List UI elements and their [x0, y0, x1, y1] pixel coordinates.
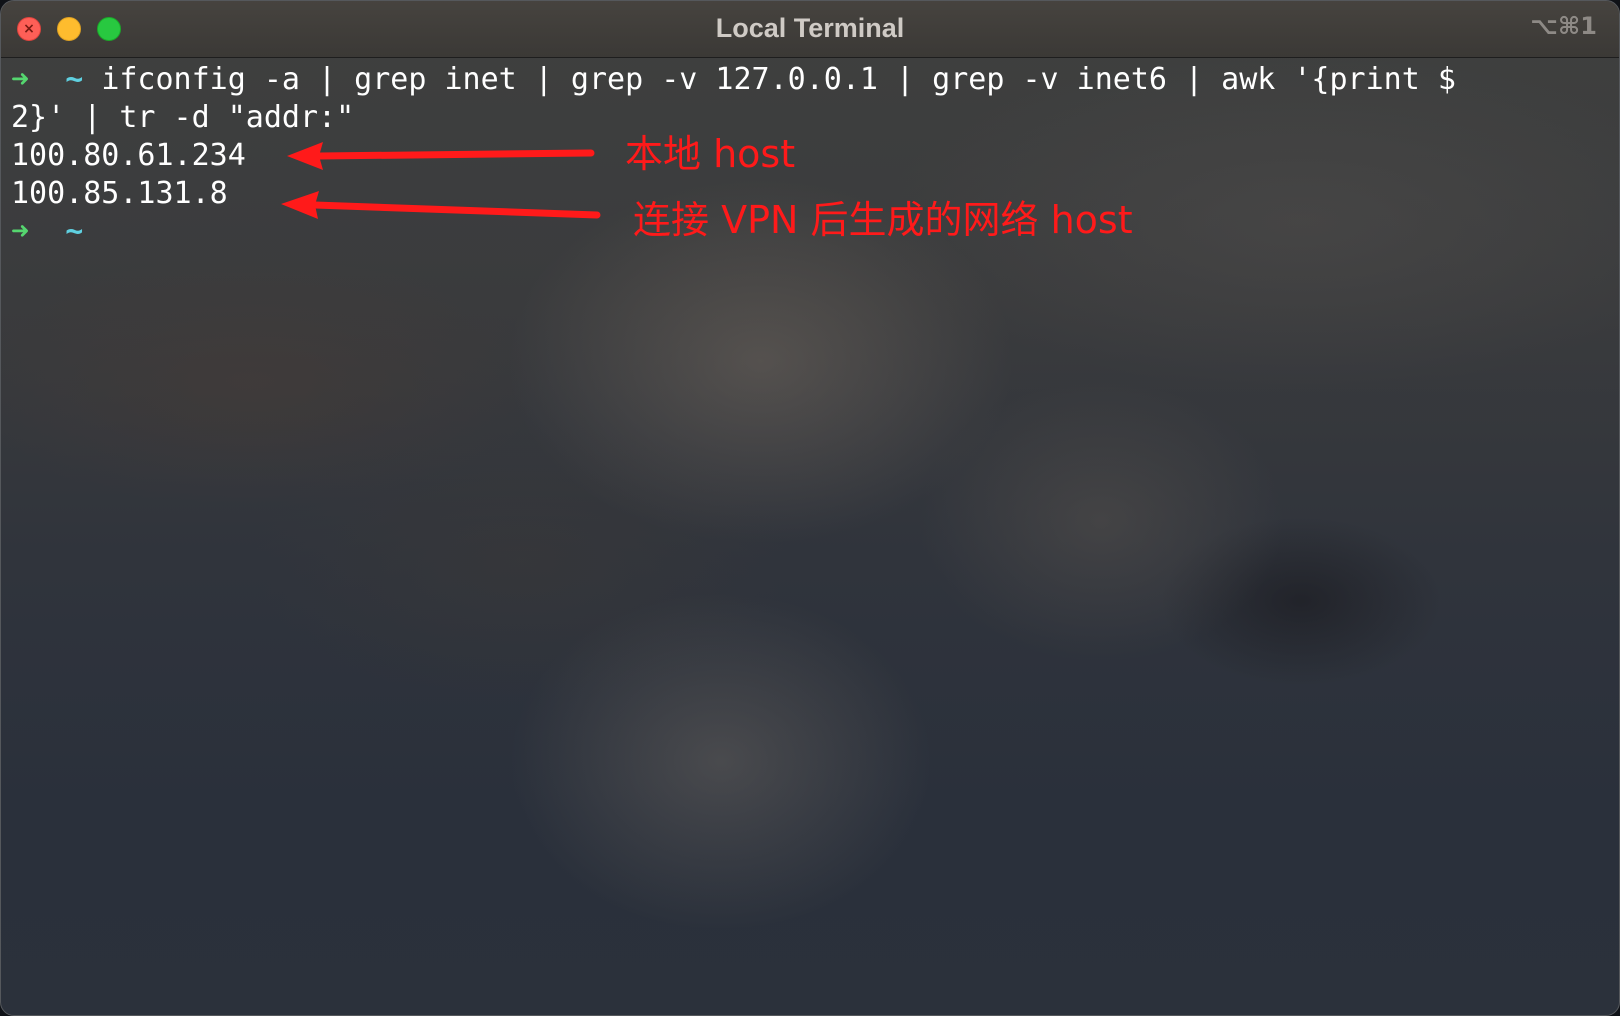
- arrow-vpn-host: [281, 191, 601, 219]
- terminal-window: × Local Terminal ⌥⌘1 ➜ ~ ifconfig -a | g…: [0, 0, 1620, 1016]
- annotation-local-host: 本地 host: [625, 132, 796, 176]
- arrow-local-host: [287, 142, 595, 170]
- annotation-arrows: [281, 142, 601, 219]
- annotation-vpn-host: 连接 VPN 后生成的网络 host: [633, 198, 1133, 242]
